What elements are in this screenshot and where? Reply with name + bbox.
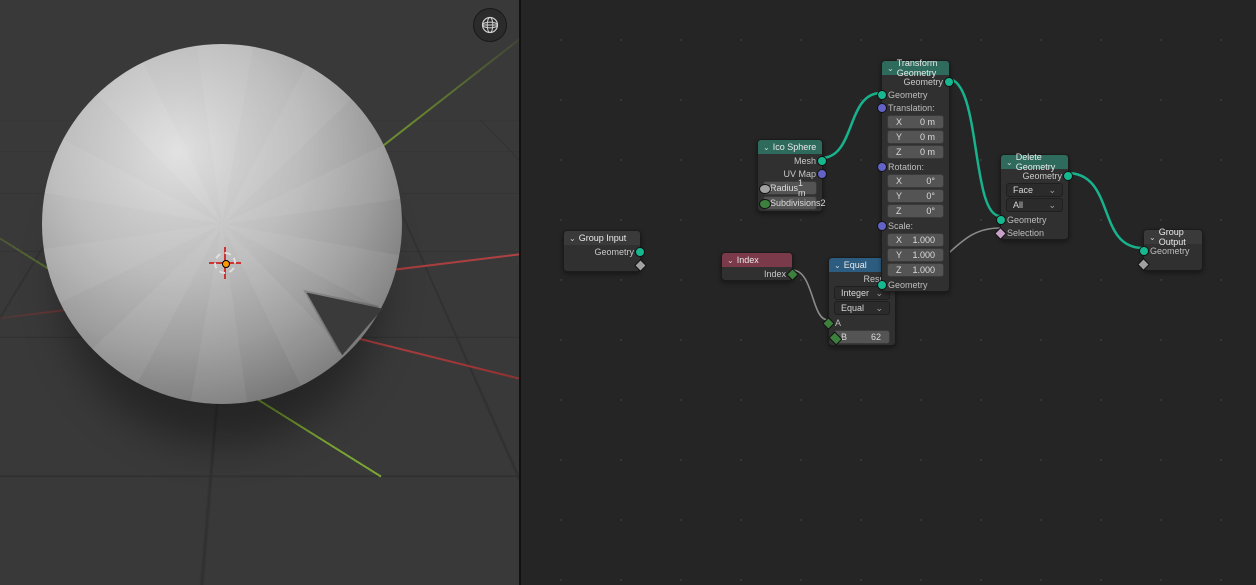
node-header[interactable]: ⌄Delete Geometry xyxy=(1001,155,1068,169)
field-translation-x[interactable]: X0 m xyxy=(887,115,944,129)
node-editor[interactable]: ⌄Group Input Geometry ⌄Ico Sphere Mesh U… xyxy=(521,0,1256,585)
socket-dot[interactable] xyxy=(877,280,887,290)
node-group-output[interactable]: ⌄Group Output Geometry xyxy=(1143,229,1203,271)
field-scale-z[interactable]: Z1.000 xyxy=(887,263,944,277)
cursor-3d[interactable] xyxy=(214,252,236,274)
node-header[interactable]: ⌄Group Input xyxy=(564,231,640,245)
node-ico-sphere[interactable]: ⌄Ico Sphere Mesh UV Map Radius1 m Subdiv… xyxy=(757,139,823,212)
node-header[interactable]: ⌄Index xyxy=(722,253,792,267)
node-delete-geometry[interactable]: ⌄Delete Geometry Geometry Face All Geome… xyxy=(1000,154,1069,240)
socket-dot[interactable] xyxy=(877,221,887,231)
node-header[interactable]: ⌄Transform Geometry xyxy=(882,61,949,75)
socket-dot[interactable] xyxy=(635,247,645,257)
socket-dot[interactable] xyxy=(817,156,827,166)
socket-dot[interactable] xyxy=(944,77,954,87)
node-group-input[interactable]: ⌄Group Input Geometry xyxy=(563,230,641,272)
socket-virtual-out[interactable] xyxy=(564,258,640,271)
socket-dot[interactable] xyxy=(1139,246,1149,256)
socket-dot[interactable] xyxy=(759,199,771,209)
socket-geometry-out[interactable]: Geometry xyxy=(1001,169,1068,182)
socket-dot[interactable] xyxy=(817,169,827,179)
node-index[interactable]: ⌄Index Index xyxy=(721,252,793,281)
field-b[interactable]: B62 xyxy=(834,330,890,344)
node-title: Group Input xyxy=(579,233,627,243)
label-translation: Translation: xyxy=(882,101,949,114)
socket-geometry-in[interactable]: Geometry xyxy=(1001,213,1068,226)
viewport-3d[interactable] xyxy=(0,0,521,585)
node-header[interactable]: ⌄Group Output xyxy=(1144,230,1202,244)
field-translation-z[interactable]: Z0 m xyxy=(887,145,944,159)
chevron-down-icon: ⌄ xyxy=(834,261,841,270)
chevron-down-icon: ⌄ xyxy=(1149,233,1156,242)
field-scale-x[interactable]: X1.000 xyxy=(887,233,944,247)
socket-dot[interactable] xyxy=(1063,171,1073,181)
socket-mesh-out[interactable]: Mesh xyxy=(758,154,822,167)
dropdown-mode[interactable]: Equal xyxy=(834,301,890,315)
field-radius[interactable]: Radius1 m xyxy=(763,181,817,195)
dropdown-mode[interactable]: All xyxy=(1006,198,1063,212)
socket-uvmap-out[interactable]: UV Map xyxy=(758,167,822,180)
field-subdivisions[interactable]: Subdivisions2 xyxy=(763,196,817,210)
socket-dot[interactable] xyxy=(759,184,771,194)
field-scale-y[interactable]: Y1.000 xyxy=(887,248,944,262)
node-title: Index xyxy=(737,255,759,265)
chevron-down-icon: ⌄ xyxy=(727,256,734,265)
node-title: Ico Sphere xyxy=(773,142,817,152)
socket-geometry-in[interactable]: Geometry xyxy=(1144,244,1202,257)
socket-geometry-out[interactable]: Geometry xyxy=(564,245,640,258)
socket-index-out[interactable]: Index xyxy=(722,267,792,280)
chevron-down-icon: ⌄ xyxy=(887,64,894,73)
socket-geometry-in-2[interactable]: Geometry xyxy=(882,278,949,291)
chevron-down-icon: ⌄ xyxy=(569,234,576,243)
field-rotation-x[interactable]: X0° xyxy=(887,174,944,188)
dropdown-domain[interactable]: Face xyxy=(1006,183,1063,197)
chevron-down-icon: ⌄ xyxy=(1006,158,1013,167)
node-header[interactable]: ⌄Ico Sphere xyxy=(758,140,822,154)
field-translation-y[interactable]: Y0 m xyxy=(887,130,944,144)
socket-geometry-in[interactable]: Geometry xyxy=(882,88,949,101)
shading-mode-button[interactable] xyxy=(473,8,507,42)
socket-dot[interactable] xyxy=(877,162,887,172)
socket-geometry-out[interactable]: Geometry xyxy=(882,75,949,88)
label-rotation: Rotation: xyxy=(882,160,949,173)
socket-virtual-in[interactable] xyxy=(1144,257,1202,270)
socket-selection-in[interactable]: Selection xyxy=(1001,226,1068,239)
wireframe-sphere-icon xyxy=(480,15,500,35)
field-rotation-y[interactable]: Y0° xyxy=(887,189,944,203)
cursor-dot-icon xyxy=(222,260,230,268)
socket-dot[interactable] xyxy=(996,215,1006,225)
socket-dot[interactable] xyxy=(877,90,887,100)
field-rotation-z[interactable]: Z0° xyxy=(887,204,944,218)
label-scale: Scale: xyxy=(882,219,949,232)
node-transform-geometry[interactable]: ⌄Transform Geometry Geometry Geometry Tr… xyxy=(881,60,950,292)
socket-a-in[interactable]: A xyxy=(829,316,895,329)
chevron-down-icon: ⌄ xyxy=(763,143,770,152)
node-title: Equal xyxy=(844,260,867,270)
socket-dot[interactable] xyxy=(877,103,887,113)
